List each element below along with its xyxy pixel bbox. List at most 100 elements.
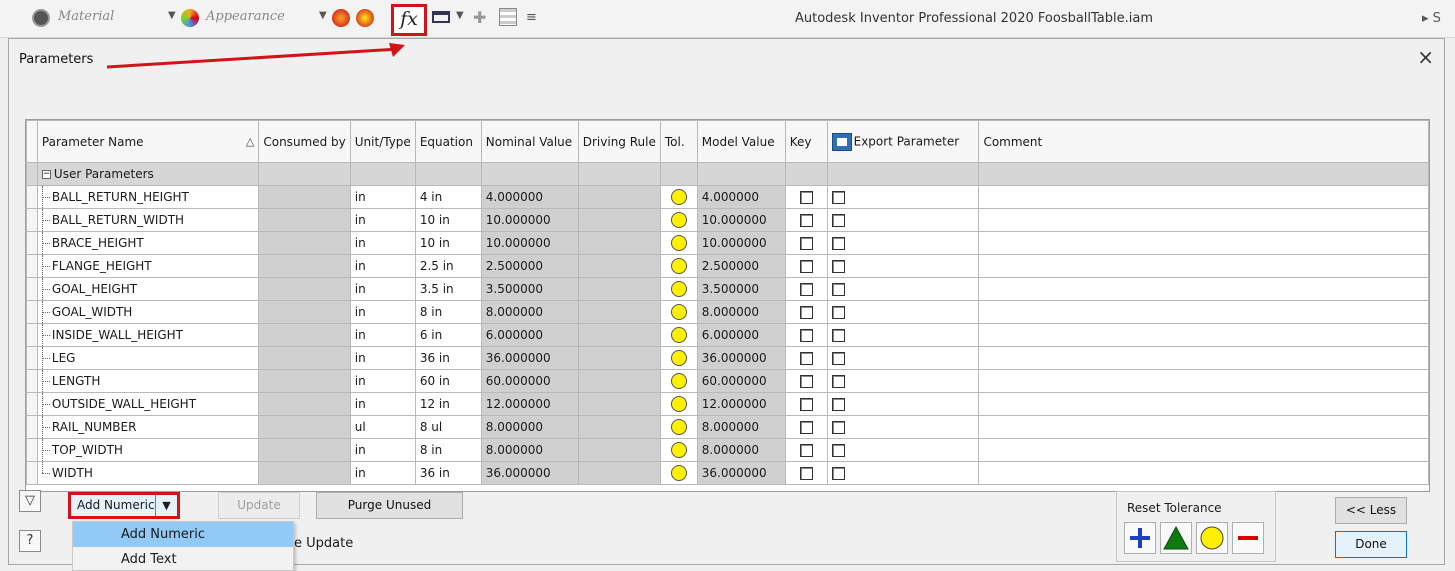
upper-tolerance-button[interactable] bbox=[1124, 522, 1156, 554]
key-cell[interactable] bbox=[784, 185, 828, 209]
help-icon[interactable]: ? bbox=[19, 530, 41, 552]
row-header[interactable] bbox=[26, 300, 38, 324]
row-header[interactable] bbox=[26, 254, 38, 278]
key-cell[interactable] bbox=[784, 300, 828, 324]
tolerance-cell[interactable] bbox=[659, 415, 698, 439]
comment-cell[interactable] bbox=[978, 438, 1429, 462]
comment-cell[interactable] bbox=[978, 185, 1429, 209]
tolerance-cell[interactable] bbox=[659, 231, 698, 255]
tolerance-cell[interactable] bbox=[659, 323, 698, 347]
param-name-cell[interactable]: LENGTH bbox=[36, 369, 260, 393]
menu-item-add-text[interactable]: Add Text bbox=[73, 547, 293, 570]
row-header[interactable] bbox=[26, 277, 38, 301]
comment-cell[interactable] bbox=[978, 231, 1429, 255]
unit-cell[interactable]: in bbox=[349, 254, 416, 278]
export-cell[interactable] bbox=[826, 415, 980, 439]
close-icon[interactable]: × bbox=[1417, 45, 1434, 69]
export-cell[interactable] bbox=[826, 300, 980, 324]
header-export-parameter[interactable]: Export Parameter bbox=[826, 120, 980, 163]
table-row[interactable]: INSIDE_WALL_HEIGHT in 6 in 6.000000 6.000000 bbox=[26, 323, 1429, 347]
row-header[interactable] bbox=[26, 323, 38, 347]
update-button[interactable]: Update bbox=[218, 492, 300, 519]
param-name-cell[interactable]: BALL_RETURN_HEIGHT bbox=[36, 185, 260, 209]
table-row[interactable]: BRACE_HEIGHT in 10 in 10.000000 10.000000 bbox=[26, 231, 1429, 255]
param-name-cell[interactable]: OUTSIDE_WALL_HEIGHT bbox=[36, 392, 260, 416]
unit-cell[interactable]: in bbox=[349, 323, 416, 347]
equation-cell[interactable]: 4 in bbox=[414, 185, 482, 209]
equation-cell[interactable]: 36 in bbox=[414, 346, 482, 370]
key-checkbox[interactable] bbox=[799, 283, 813, 296]
measure-dropdown-icon[interactable]: ▼ bbox=[456, 10, 464, 21]
unit-cell[interactable]: in bbox=[349, 185, 416, 209]
export-cell[interactable] bbox=[826, 277, 980, 301]
tolerance-cell[interactable] bbox=[659, 208, 698, 232]
header-nominal-value[interactable]: Nominal Value bbox=[480, 120, 579, 163]
unit-cell[interactable]: in bbox=[349, 369, 416, 393]
table-row[interactable]: GOAL_HEIGHT in 3.5 in 3.500000 3.500000 bbox=[26, 277, 1429, 301]
export-cell[interactable] bbox=[826, 231, 980, 255]
row-header[interactable] bbox=[26, 415, 38, 439]
comment-cell[interactable] bbox=[978, 323, 1429, 347]
key-cell[interactable] bbox=[784, 323, 828, 347]
row-header[interactable] bbox=[26, 461, 38, 485]
key-cell[interactable] bbox=[784, 415, 828, 439]
key-checkbox[interactable] bbox=[799, 398, 813, 411]
key-cell[interactable] bbox=[784, 461, 828, 485]
row-header[interactable] bbox=[26, 185, 38, 209]
tolerance-cell[interactable] bbox=[659, 392, 698, 416]
equation-cell[interactable]: 36 in bbox=[414, 461, 482, 485]
collapse-icon[interactable]: − bbox=[41, 170, 51, 179]
param-name-cell[interactable]: BALL_RETURN_WIDTH bbox=[36, 208, 260, 232]
tolerance-cell[interactable] bbox=[659, 369, 698, 393]
purge-unused-button[interactable]: Purge Unused bbox=[316, 492, 463, 519]
param-name-cell[interactable]: TOP_WIDTH bbox=[36, 438, 260, 462]
table-row[interactable]: OUTSIDE_WALL_HEIGHT in 12 in 12.000000 12.00… bbox=[26, 392, 1429, 416]
export-cell[interactable] bbox=[826, 254, 980, 278]
export-cell[interactable] bbox=[826, 438, 980, 462]
equation-cell[interactable]: 8 in bbox=[414, 300, 482, 324]
comment-cell[interactable] bbox=[978, 392, 1429, 416]
appearance-selector[interactable]: Appearance bbox=[206, 9, 285, 24]
comment-cell[interactable] bbox=[978, 300, 1429, 324]
measure-icon[interactable] bbox=[432, 11, 450, 23]
add-numeric-split-button[interactable]: Add Numeric ▼ bbox=[68, 492, 180, 519]
table-row[interactable]: WIDTH in 36 in 36.000000 36.000000 bbox=[26, 461, 1429, 485]
key-checkbox[interactable] bbox=[799, 214, 813, 227]
export-checkbox[interactable] bbox=[831, 191, 845, 204]
key-checkbox[interactable] bbox=[799, 352, 813, 365]
equation-cell[interactable]: 8 ul bbox=[414, 415, 482, 439]
key-checkbox[interactable] bbox=[799, 306, 813, 319]
unit-cell[interactable]: in bbox=[349, 392, 416, 416]
equation-cell[interactable]: 2.5 in bbox=[414, 254, 482, 278]
export-checkbox[interactable] bbox=[831, 444, 845, 457]
table-row[interactable]: BALL_RETURN_WIDTH in 10 in 10.000000 10.0000… bbox=[26, 208, 1429, 232]
table-row[interactable]: TOP_WIDTH in 8 in 8.000000 8.000000 bbox=[26, 438, 1429, 462]
header-tolerance[interactable]: Tol. bbox=[659, 120, 698, 163]
key-cell[interactable] bbox=[784, 346, 828, 370]
comment-cell[interactable] bbox=[978, 415, 1429, 439]
group-label-cell[interactable]: − User Parameters bbox=[36, 162, 260, 186]
table-row[interactable]: BALL_RETURN_HEIGHT in 4 in 4.000000 4.000000 bbox=[26, 185, 1429, 209]
export-checkbox[interactable] bbox=[831, 375, 845, 388]
adjust-appearance-icon[interactable] bbox=[332, 9, 350, 27]
row-header[interactable] bbox=[26, 346, 38, 370]
export-checkbox[interactable] bbox=[831, 237, 845, 250]
param-name-cell[interactable]: LEG bbox=[36, 346, 260, 370]
key-checkbox[interactable] bbox=[799, 421, 813, 434]
appearance-icon[interactable] bbox=[181, 9, 199, 27]
material-icon[interactable] bbox=[32, 9, 50, 27]
row-header[interactable] bbox=[26, 208, 38, 232]
menu-item-add-numeric[interactable]: Add Numeric bbox=[73, 522, 293, 547]
tolerance-cell[interactable] bbox=[659, 346, 698, 370]
equation-cell[interactable]: 10 in bbox=[414, 208, 482, 232]
key-checkbox[interactable] bbox=[799, 237, 813, 250]
key-cell[interactable] bbox=[784, 438, 828, 462]
export-checkbox[interactable] bbox=[831, 421, 845, 434]
key-cell[interactable] bbox=[784, 392, 828, 416]
unit-cell[interactable]: in bbox=[349, 231, 416, 255]
export-cell[interactable] bbox=[826, 369, 980, 393]
key-checkbox[interactable] bbox=[799, 329, 813, 342]
tolerance-cell[interactable] bbox=[659, 438, 698, 462]
key-cell[interactable] bbox=[784, 369, 828, 393]
key-cell[interactable] bbox=[784, 254, 828, 278]
